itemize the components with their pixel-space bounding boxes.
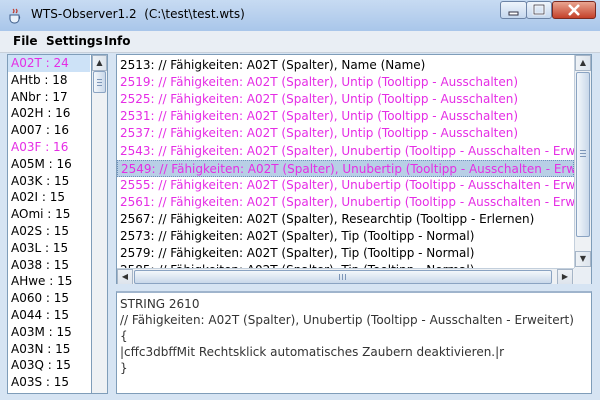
table-row[interactable]: 2579: // Fähigkeiten: A02T (Spalter), Ti… [120, 245, 474, 262]
detail-line: { [120, 329, 128, 343]
close-icon [568, 4, 580, 16]
window-title: WTS-Observer1.2 (C:\test\test.wts) [31, 7, 245, 21]
scroll-right-button[interactable]: ▶ [557, 269, 573, 284]
list-item[interactable]: A03M : 15 [11, 324, 72, 341]
scroll-up-button[interactable]: ▲ [575, 55, 591, 71]
scroll-up-button[interactable]: ▲ [92, 55, 107, 71]
detail-line: } [120, 361, 128, 375]
list-item[interactable]: A05M : 16 [11, 156, 72, 173]
list-item[interactable]: A02T : 24 [8, 55, 90, 72]
table-row[interactable]: 2513: // Fähigkeiten: A02T (Spalter), Na… [120, 57, 425, 74]
table-row[interactable]: 2549: // Fähigkeiten: A02T (Spalter), Un… [117, 159, 591, 177]
list-item[interactable]: A03L : 15 [11, 240, 68, 257]
list-item[interactable]: AOmi : 15 [11, 206, 70, 223]
scroll-left-button[interactable]: ◀ [117, 269, 133, 284]
list-item[interactable]: AHtb : 18 [11, 72, 68, 89]
menu-bar: File Settings Info [0, 31, 600, 53]
scroll-down-button[interactable]: ▼ [575, 251, 591, 267]
table-row[interactable]: 2531: // Fähigkeiten: A02T (Spalter), Un… [120, 108, 518, 125]
list-item[interactable]: A02S : 15 [11, 223, 69, 240]
menu-info[interactable]: Info [104, 34, 130, 48]
scroll-thumb[interactable] [134, 270, 552, 284]
list-item[interactable]: A02I : 15 [11, 189, 65, 206]
table-row[interactable]: 2573: // Fähigkeiten: A02T (Spalter), Ti… [120, 228, 474, 245]
menu-settings[interactable]: Settings [46, 34, 103, 48]
title-bar[interactable]: WTS-Observer1.2 (C:\test\test.wts) [0, 0, 600, 31]
table-row[interactable]: 2525: // Fähigkeiten: A02T (Spalter), Un… [120, 91, 518, 108]
list-item[interactable]: A060 : 15 [11, 290, 69, 307]
list-item[interactable]: A03S : 15 [11, 374, 69, 391]
entry-list-hscrollbar[interactable]: ◀ ▶ [117, 268, 574, 284]
list-item[interactable]: A03K : 15 [11, 173, 69, 190]
object-list-scrollbar[interactable]: ▲ [91, 54, 108, 394]
scroll-thumb[interactable] [93, 71, 106, 93]
table-row[interactable]: 2543: // Fähigkeiten: A02T (Spalter), Un… [120, 143, 591, 160]
minimize-icon [508, 11, 519, 16]
list-item[interactable]: A02H : 16 [11, 105, 70, 122]
list-item[interactable]: A038 : 15 [11, 257, 69, 274]
app-window: WTS-Observer1.2 (C:\test\test.wts) File … [0, 0, 600, 400]
detail-text-area[interactable]: STRING 2610 // Fähigkeiten: A02T (Spalter… [116, 291, 592, 394]
scroll-corner [574, 268, 591, 284]
table-row[interactable]: 2561: // Fähigkeiten: A02T (Spalter), Un… [120, 194, 591, 211]
table-row[interactable]: 2555: // Fähigkeiten: A02T (Spalter), Un… [120, 177, 591, 194]
close-button[interactable] [552, 1, 596, 19]
scroll-thumb[interactable] [576, 72, 590, 237]
menu-file[interactable]: File [13, 34, 38, 48]
java-cup-icon [9, 8, 21, 24]
table-row[interactable]: 2537: // Fähigkeiten: A02T (Spalter), Un… [120, 125, 518, 142]
detail-line: STRING 2610 [120, 297, 200, 311]
list-item[interactable]: A007 : 16 [11, 122, 69, 139]
detail-line: // Fähigkeiten: A02T (Spalter), Unuberti… [120, 313, 574, 327]
object-list[interactable]: A02T : 24 AHtb : 18 ANbr : 17 A02H : 16 A007… [7, 54, 92, 394]
list-item[interactable]: A044 : 15 [11, 307, 69, 324]
list-item[interactable]: AHwe : 15 [11, 273, 72, 290]
list-item[interactable]: A03F : 16 [11, 139, 68, 156]
list-item[interactable]: A03N : 15 [11, 341, 70, 358]
table-row[interactable]: 2519: // Fähigkeiten: A02T (Spalter), Un… [120, 74, 518, 91]
maximize-button[interactable] [526, 1, 552, 19]
entry-list-vscrollbar[interactable]: ▲ ▼ [574, 55, 591, 268]
table-row[interactable]: 2567: // Fähigkeiten: A02T (Spalter), Re… [120, 211, 534, 228]
list-item[interactable]: A03Q : 15 [11, 357, 71, 374]
entry-list[interactable]: 2513: // Fähigkeiten: A02T (Spalter), Na… [116, 54, 592, 284]
list-item[interactable]: ANbr : 17 [11, 89, 68, 106]
minimize-button[interactable] [500, 1, 527, 19]
detail-line: |cffc3dbffMit Rechtsklick automatisches … [120, 345, 505, 359]
maximize-icon [532, 3, 546, 16]
